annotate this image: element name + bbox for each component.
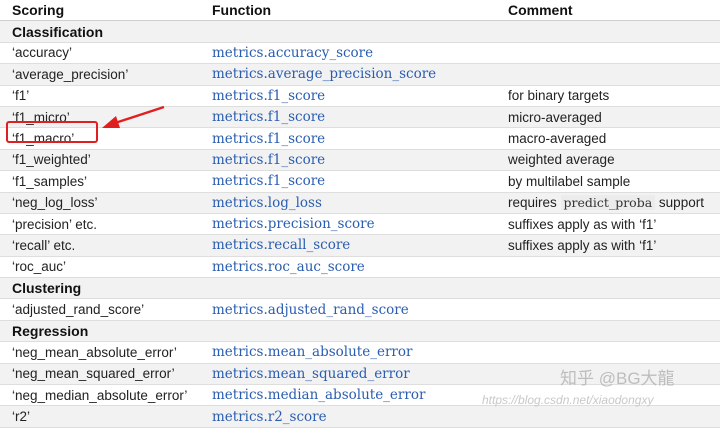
comment-cell (496, 63, 720, 86)
section-row: Classification (0, 20, 720, 43)
scoring-cell: ‘neg_mean_squared_error’ (0, 363, 200, 386)
scoring-cell: ‘average_precision’ (0, 63, 200, 86)
function-link[interactable]: metrics.f1_score (200, 170, 496, 193)
section-row: Clustering (0, 277, 720, 300)
header-scoring: Scoring (0, 0, 200, 22)
scoring-cell: ‘neg_mean_absolute_error’ (0, 341, 200, 364)
header-comment: Comment (496, 0, 720, 22)
function-link[interactable]: metrics.r2_score (200, 405, 496, 428)
function-link[interactable]: metrics.f1_score (200, 106, 496, 129)
section-label: Clustering (0, 277, 720, 300)
table-row: ‘average_precision’ metrics.average_preci… (0, 63, 720, 86)
scoring-cell: ‘r2’ (0, 405, 200, 428)
function-link[interactable]: metrics.f1_score (200, 149, 496, 172)
comment-cell (496, 405, 720, 428)
scoring-cell: ‘recall’ etc. (0, 234, 200, 257)
comment-cell (496, 341, 720, 364)
comment-cell: weighted average (496, 149, 720, 172)
comment-cell (496, 298, 720, 321)
scoring-cell: ‘f1_weighted’ (0, 149, 200, 172)
section-row: Regression (0, 320, 720, 343)
table-header-row: Scoring Function Comment (0, 0, 720, 22)
comment-text: requires (508, 195, 557, 211)
scoring-cell: ‘precision’ etc. (0, 213, 200, 236)
comment-tail: support (658, 195, 704, 211)
table-row: ‘f1_weighted’ metrics.f1_score weighted av… (0, 149, 720, 172)
table-row: ‘r2’ metrics.r2_score (0, 405, 720, 428)
scoring-cell: ‘accuracy’ (0, 42, 200, 65)
scoring-cell: ‘neg_log_loss’ (0, 192, 200, 214)
function-link[interactable]: metrics.f1_score (200, 127, 496, 150)
function-link[interactable]: metrics.precision_score (200, 213, 496, 236)
scoring-cell: ‘neg_median_absolute_error’ (0, 384, 200, 407)
scoring-cell: ‘roc_auc’ (0, 256, 200, 279)
function-link[interactable]: metrics.mean_absolute_error (200, 341, 496, 364)
highlight-box (6, 121, 98, 143)
function-link[interactable]: metrics.average_precision_score (200, 63, 496, 86)
comment-cell (496, 42, 720, 65)
comment-cell: suffixes apply as with ‘f1’ (496, 213, 720, 236)
comment-cell: macro-averaged (496, 127, 720, 150)
table-row: ‘accuracy’ metrics.accuracy_score (0, 42, 720, 65)
function-link[interactable]: metrics.roc_auc_score (200, 256, 496, 279)
table-row: ‘adjusted_rand_score’ metrics.adjusted_ra… (0, 298, 720, 321)
section-label: Regression (0, 320, 720, 343)
function-link[interactable]: metrics.mean_squared_error (200, 363, 496, 386)
table-row: ‘recall’ etc. metrics.recall_score suffixe… (0, 234, 720, 257)
comment-cell: requires predict_proba support (496, 192, 720, 214)
comment-cell: suffixes apply as with ‘f1’ (496, 234, 720, 257)
annotation-arrow-icon (102, 105, 165, 128)
function-link[interactable]: metrics.median_absolute_error (200, 384, 496, 407)
table-row: ‘neg_log_loss’ metrics.log_loss requires p… (0, 192, 720, 214)
function-link[interactable]: metrics.recall_score (200, 234, 496, 257)
comment-cell (496, 256, 720, 279)
table-row: ‘precision’ etc. metrics.precision_score s… (0, 213, 720, 236)
function-link[interactable]: metrics.log_loss (200, 192, 496, 214)
scoring-cell: ‘f1_samples’ (0, 170, 200, 193)
table-row: ‘neg_mean_absolute_error’ metrics.mean_ab… (0, 341, 720, 364)
watermark-text: 知乎 @BG大龍 (560, 369, 675, 388)
comment-code: predict_proba (560, 195, 656, 211)
header-function: Function (200, 0, 496, 22)
function-link[interactable]: metrics.adjusted_rand_score (200, 298, 496, 321)
table-row: ‘roc_auc’ metrics.roc_auc_score (0, 256, 720, 279)
table-row: ‘f1_samples’ metrics.f1_score by multilabe… (0, 170, 720, 193)
comment-cell: for binary targets (496, 85, 720, 107)
function-link[interactable]: metrics.accuracy_score (200, 42, 496, 65)
comment-cell: micro-averaged (496, 106, 720, 129)
function-link[interactable]: metrics.f1_score (200, 85, 496, 107)
comment-cell: by multilabel sample (496, 170, 720, 193)
section-label: Classification (0, 20, 720, 43)
watermark-url: https://blog.csdn.net/xiaodongxy (482, 393, 654, 407)
scoring-cell: ‘adjusted_rand_score’ (0, 298, 200, 321)
